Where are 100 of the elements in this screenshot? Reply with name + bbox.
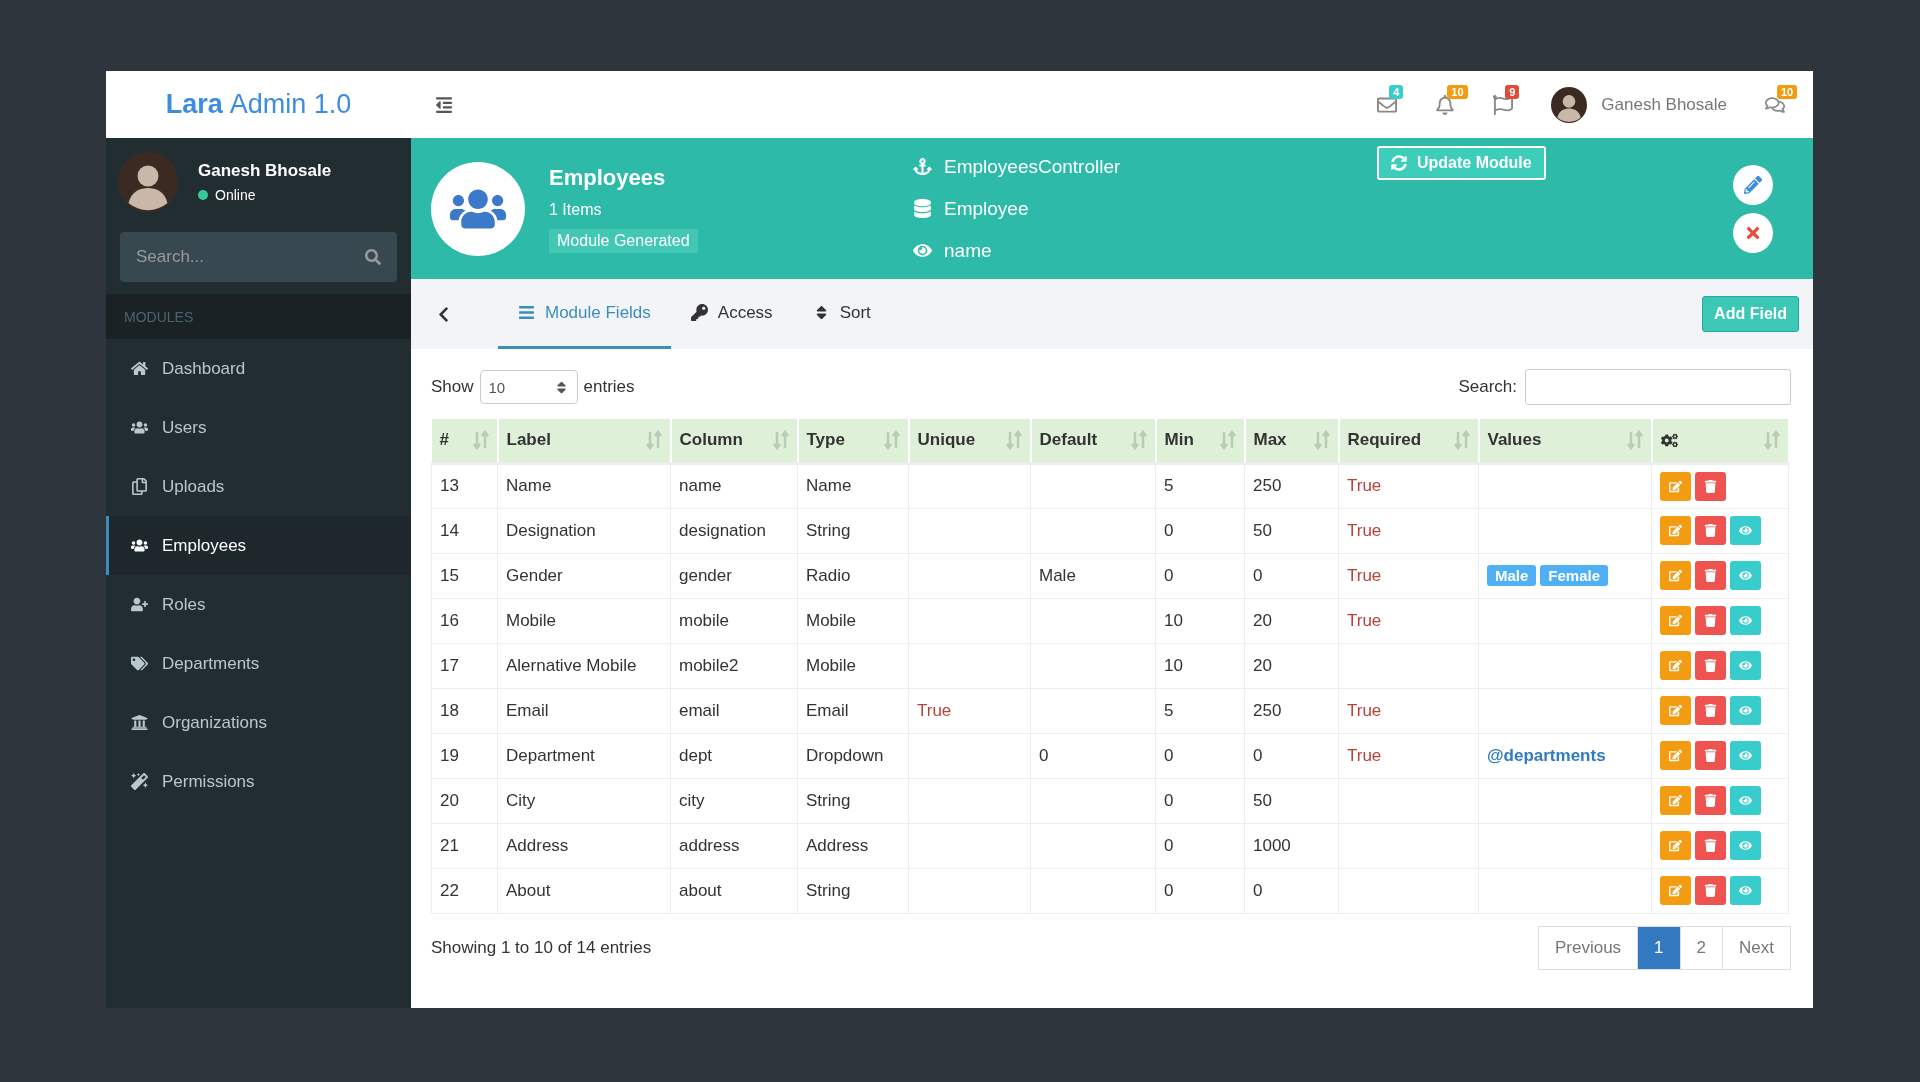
view-button[interactable]: [1730, 876, 1761, 905]
edit-icon: [1669, 614, 1682, 627]
sort-icon[interactable]: [1453, 430, 1470, 451]
sort-icon[interactable]: [472, 430, 489, 451]
view-button[interactable]: [1730, 606, 1761, 635]
sidebar-item[interactable]: Users: [106, 398, 411, 457]
section-heading: MODULES: [106, 294, 411, 339]
edit-button[interactable]: [1660, 606, 1691, 635]
column-header[interactable]: Max: [1253, 430, 1287, 451]
edit-button[interactable]: [1660, 876, 1691, 905]
edit-button[interactable]: [1660, 651, 1691, 680]
column-header[interactable]: Type: [806, 430, 845, 451]
trash-icon: [1704, 794, 1717, 807]
page-button[interactable]: 2: [1679, 925, 1724, 970]
flag-icon[interactable]: [1493, 94, 1514, 115]
table-cell: 0: [1253, 565, 1263, 585]
entries-select[interactable]: 10: [479, 370, 578, 404]
view-button[interactable]: [1730, 516, 1761, 545]
search-icon[interactable]: [365, 249, 381, 265]
sort-icon[interactable]: [1313, 430, 1330, 451]
edit-button[interactable]: [1733, 164, 1773, 205]
eye-icon: [1739, 704, 1752, 717]
delete-button[interactable]: [1695, 741, 1726, 770]
sort-icon[interactable]: [1626, 430, 1643, 451]
column-header[interactable]: Label: [506, 430, 551, 451]
delete-button[interactable]: [1695, 471, 1726, 501]
table-cell: mobile: [679, 610, 730, 630]
edit-icon: [1669, 704, 1682, 717]
sort-icon[interactable]: [772, 430, 789, 451]
edit-button[interactable]: [1660, 741, 1691, 770]
tags-icon: [131, 655, 148, 672]
sort-icon[interactable]: [883, 430, 900, 451]
trash-icon: [1704, 704, 1717, 717]
table-cell: 250: [1253, 700, 1282, 720]
sort-icon[interactable]: [1130, 430, 1147, 451]
edit-button[interactable]: [1660, 831, 1691, 860]
table-cell: email: [679, 700, 720, 720]
sort-icon[interactable]: [1005, 430, 1022, 451]
edit-button[interactable]: [1660, 696, 1691, 725]
page-button[interactable]: 1: [1637, 925, 1681, 970]
status-dot: [198, 190, 208, 200]
view-button[interactable]: [1730, 651, 1761, 680]
table-cell: gender: [679, 565, 732, 585]
delete-button[interactable]: [1695, 561, 1726, 590]
table-cell: dept: [679, 745, 713, 765]
column-header[interactable]: Min: [1164, 430, 1194, 451]
delete-button[interactable]: [1695, 606, 1726, 635]
tab[interactable]: Access: [670, 279, 793, 349]
search-field[interactable]: [1525, 369, 1791, 405]
table-cell: City: [506, 790, 536, 810]
edit-button[interactable]: [1660, 471, 1691, 501]
table-cell: 15: [440, 565, 459, 585]
table-cell: 20: [440, 790, 459, 810]
sort-icon[interactable]: [645, 430, 662, 451]
column-header[interactable]: #: [439, 430, 449, 451]
edit-icon: [1669, 884, 1682, 897]
sort-icon[interactable]: [1219, 430, 1236, 451]
sort-icon[interactable]: [1763, 430, 1780, 451]
delete-button[interactable]: [1695, 786, 1726, 815]
sidebar-item[interactable]: Dashboard: [106, 339, 411, 398]
sidebar-item[interactable]: Departments: [106, 634, 411, 693]
sidebar-item[interactable]: Organizations: [106, 693, 411, 752]
delete-button[interactable]: [1695, 696, 1726, 725]
table-cell: 5: [1164, 476, 1174, 495]
column-header[interactable]: Values: [1487, 430, 1542, 451]
view-button[interactable]: [1730, 561, 1761, 590]
model-name: Employee: [944, 197, 1029, 220]
table-cell: 1000: [1253, 835, 1291, 855]
table-cell: 19: [440, 745, 459, 765]
page-button[interactable]: Previous: [1537, 925, 1639, 970]
table-cell: Email: [806, 700, 849, 720]
view-button[interactable]: [1730, 786, 1761, 815]
edit-button[interactable]: [1660, 516, 1691, 545]
tab[interactable]: Sort: [792, 279, 891, 349]
user-menu[interactable]: Ganesh Bhosale: [1551, 86, 1727, 123]
sidebar-item[interactable]: Roles: [106, 575, 411, 634]
view-button[interactable]: [1730, 741, 1761, 770]
search-field[interactable]: Search...: [120, 232, 397, 282]
eye-icon: [1739, 614, 1752, 627]
sidebar-item[interactable]: Employees: [106, 516, 411, 575]
edit-icon: [1669, 749, 1682, 762]
trash-icon: [1704, 479, 1717, 493]
delete-button[interactable]: [1695, 516, 1726, 545]
sidebar-item[interactable]: Permissions: [106, 752, 411, 811]
view-button[interactable]: [1730, 831, 1761, 860]
edit-button[interactable]: [1660, 786, 1691, 815]
page-button[interactable]: Next: [1722, 925, 1791, 970]
delete-button[interactable]: [1695, 876, 1726, 905]
menu-icon[interactable]: [435, 95, 453, 114]
table-cell: True: [1347, 565, 1382, 585]
table-cell: 0: [1164, 745, 1174, 765]
delete-button[interactable]: [1695, 651, 1726, 680]
view-button[interactable]: [1730, 696, 1761, 725]
table-cell: 0: [1164, 565, 1174, 585]
edit-button[interactable]: [1660, 561, 1691, 590]
delete-button[interactable]: [1695, 831, 1726, 860]
comments-icon[interactable]: [1765, 94, 1785, 115]
bell-icon[interactable]: [1435, 94, 1456, 115]
sidebar-item[interactable]: Uploads: [106, 457, 411, 516]
close-button[interactable]: [1733, 212, 1773, 253]
